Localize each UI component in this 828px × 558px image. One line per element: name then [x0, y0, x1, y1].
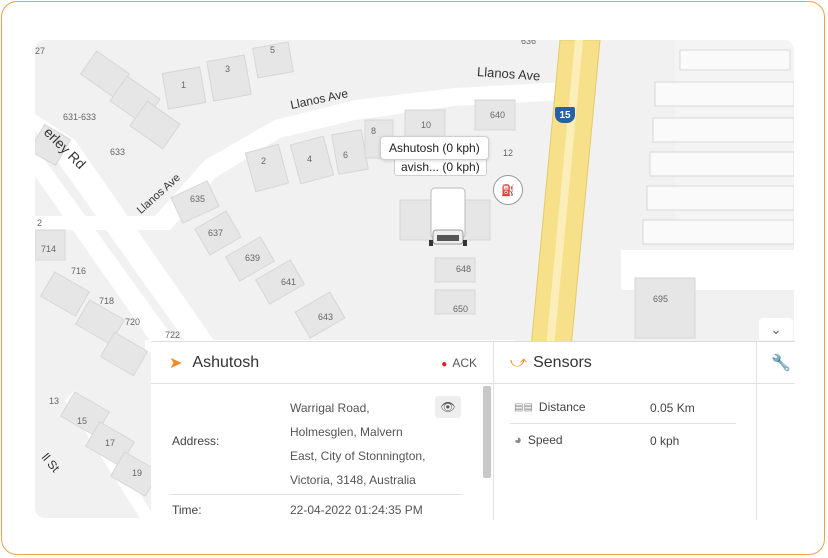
svg-text:5: 5 [270, 45, 275, 55]
svg-text:1: 1 [181, 80, 186, 90]
vehicle-tooltip[interactable]: Ashutosh (0 kph) [380, 136, 489, 160]
sensor-row-distance: ▤▤ Distance [514, 400, 586, 414]
sensor-row-speed: ◕ Speed [514, 432, 563, 447]
chevron-down-icon[interactable]: ⌄ [759, 318, 793, 340]
odometer-icon: ▤▤ [514, 401, 533, 413]
svg-text:722: 722 [165, 330, 180, 340]
svg-text:639: 639 [245, 253, 260, 263]
svg-text:650: 650 [453, 304, 468, 314]
svg-text:15: 15 [77, 416, 87, 426]
address-line: East, City of Stonnington, [290, 449, 426, 463]
highway-shield: 15 [555, 107, 575, 123]
address-line: Holmesglen, Malvern [290, 425, 403, 439]
svg-text:2: 2 [37, 218, 42, 228]
svg-text:633: 633 [110, 147, 125, 157]
sensor-name: Speed [527, 432, 563, 447]
svg-text:695: 695 [653, 294, 668, 304]
svg-text:635: 635 [190, 194, 205, 204]
svg-text:27: 27 [35, 46, 45, 56]
svg-text:8: 8 [371, 126, 376, 136]
tools-column: 🔧 [757, 342, 795, 520]
svg-text:631-633: 631-633 [63, 112, 96, 122]
ack-label: ACK [452, 356, 477, 370]
time-label: Time: [172, 503, 202, 517]
svg-text:637: 637 [208, 228, 223, 238]
vehicle-details-column: ➤ Ashutosh ● ACK Address: Warrigal Road, … [151, 342, 494, 520]
svg-text:641: 641 [281, 277, 296, 287]
svg-text:17: 17 [105, 438, 115, 448]
address-line: Victoria, 3148, Australia [290, 473, 416, 487]
svg-text:643: 643 [318, 312, 333, 322]
svg-text:648: 648 [456, 264, 471, 274]
wrench-icon[interactable]: 🔧 [771, 353, 791, 373]
svg-text:12: 12 [503, 148, 513, 158]
time-value: 22-04-2022 01:24:35 PM [290, 503, 423, 517]
alert-dot-icon: ● [441, 359, 448, 370]
sensors-column: ⤻ Sensors ▤▤ Distance 0.05 Km ◕ Speed 0 … [494, 342, 757, 520]
ack-button[interactable]: ● ACK [441, 356, 477, 370]
navigation-arrow-icon: ➤ [169, 354, 183, 372]
vehicle-info-panel: ➤ Ashutosh ● ACK Address: Warrigal Road, … [151, 341, 795, 520]
divider [510, 423, 736, 424]
svg-text:720: 720 [125, 317, 140, 327]
svg-text:718: 718 [99, 296, 114, 306]
svg-text:716: 716 [71, 266, 86, 276]
sensor-value: 0 kph [650, 434, 680, 448]
vehicle-tooltip-secondary[interactable]: avish... (0 kph) [394, 158, 487, 176]
eye-icon[interactable]: 👁 [435, 396, 461, 418]
svg-text:714: 714 [41, 244, 56, 254]
address-value: Warrigal Road, Holmesglen, Malvern East,… [290, 396, 450, 492]
truck-icon[interactable] [429, 187, 467, 246]
tools-header: 🔧 [757, 342, 795, 384]
sensor-signal-icon: ⤻ [510, 353, 528, 371]
address-label: Address: [172, 434, 220, 448]
svg-text:13: 13 [49, 396, 59, 406]
svg-text:19: 19 [132, 468, 142, 478]
sensor-value: 0.05 Km [650, 401, 695, 415]
svg-text:10: 10 [421, 120, 431, 130]
sensors-title: Sensors [533, 353, 592, 371]
svg-text:636: 636 [521, 40, 536, 46]
svg-text:640: 640 [490, 110, 505, 120]
speedometer-icon: ◕ [514, 432, 522, 447]
vehicle-name: Ashutosh [192, 353, 260, 371]
svg-text:2: 2 [261, 156, 266, 166]
sensors-header: ⤻ Sensors [494, 342, 756, 384]
divider [169, 494, 463, 495]
sensor-name: Distance [538, 400, 586, 414]
scrollbar[interactable] [483, 386, 491, 478]
address-line: Warrigal Road, [290, 401, 370, 415]
svg-text:3: 3 [225, 64, 230, 74]
fuel-station-icon[interactable]: ⛽ [493, 175, 523, 205]
svg-text:6: 6 [343, 150, 348, 160]
svg-text:4: 4 [307, 154, 312, 164]
